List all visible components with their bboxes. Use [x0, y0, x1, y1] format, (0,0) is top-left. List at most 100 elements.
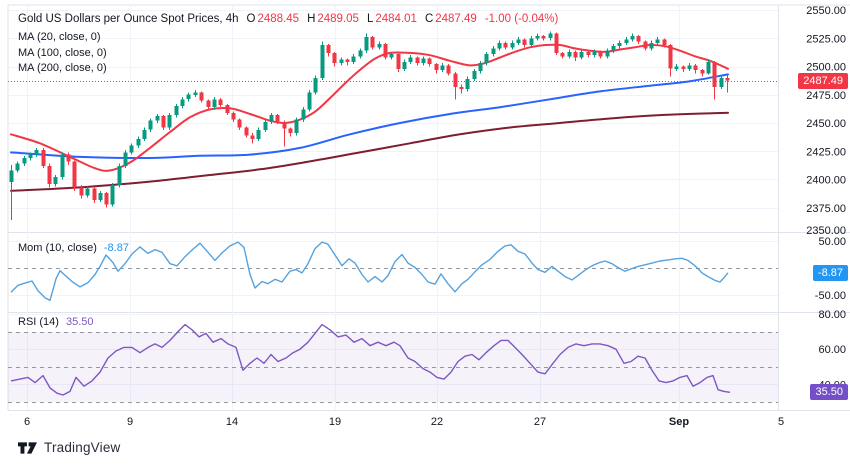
candle-body [98, 193, 103, 200]
time-axis-label: 9 [127, 416, 133, 428]
price-axis-label: 2425.00 [806, 146, 846, 158]
time-axis-label: 5 [778, 416, 784, 428]
candle-body [484, 54, 489, 64]
candle-body [269, 115, 274, 122]
candle-body [92, 188, 97, 200]
candle-body [427, 58, 432, 65]
candle-body [231, 112, 236, 120]
mom-value-badge: -8.87 [812, 265, 848, 281]
candle-body [161, 116, 166, 128]
candle-body [383, 43, 388, 58]
low-value: 2484.01 [375, 13, 417, 25]
ma20-legend[interactable]: MA (20, close, 0) [18, 31, 101, 43]
candle-body [389, 54, 394, 58]
candle-body [256, 129, 261, 139]
candle-body [307, 92, 312, 110]
candle-body [434, 64, 439, 70]
rsi-value-badge: 35.50 [810, 384, 848, 400]
candle-body [34, 150, 39, 155]
rsi-axis-label: 80.00 [818, 309, 846, 321]
price-axis-label: 2525.00 [806, 33, 846, 45]
candle-body [497, 42, 502, 49]
candle-body [22, 158, 27, 164]
candle-body [244, 127, 249, 136]
candle-body [630, 36, 635, 40]
candle-body [503, 42, 508, 48]
candle-body [706, 62, 711, 74]
price-axis-label: 2550.00 [806, 5, 846, 17]
candle-body [294, 119, 299, 134]
chart-canvas[interactable]: 2550.00 2525.00 2500.00 2475.00 2450.00 2425.… [0, 0, 850, 468]
symbol-legend[interactable]: Gold US Dollars per Ounce Spot Prices, 4… [18, 13, 558, 25]
candle-body [617, 42, 622, 47]
candle-body [535, 36, 540, 39]
candle-body [573, 51, 578, 58]
time-axis-label: 27 [534, 416, 546, 428]
candle-body [548, 33, 553, 39]
candle-body [117, 165, 122, 186]
candle-body [136, 138, 141, 146]
rsi-axis-label: 60.00 [818, 344, 846, 356]
candle-body [123, 152, 128, 166]
candle-body [408, 57, 413, 62]
candle-body [60, 154, 65, 178]
ma200-legend[interactable]: MA (200, close, 0) [18, 62, 107, 74]
candle-body [465, 78, 470, 90]
candle-body [313, 77, 318, 93]
candle-body [301, 109, 306, 120]
candle-body [370, 37, 375, 48]
mom-legend[interactable]: Mom (10, close) -8.87 [18, 242, 129, 254]
price-axis-label: 2400.00 [806, 175, 846, 187]
candle-body [421, 58, 426, 64]
candle-body [655, 39, 660, 43]
last-price-badge: 2487.49 [798, 72, 848, 89]
time-axis-label: 14 [226, 416, 238, 428]
time-axis-label: 22 [431, 416, 443, 428]
candle-body [85, 188, 90, 196]
candle-body [186, 94, 191, 100]
candle-body [263, 121, 268, 130]
candle-body [167, 115, 172, 128]
candle-body [358, 50, 363, 57]
ma100-line [10, 73, 729, 160]
close-label: C [424, 13, 434, 25]
candle-body [541, 36, 546, 39]
candle-body [282, 121, 287, 129]
candle-body [180, 99, 185, 107]
candle-body [529, 38, 534, 46]
ma100-legend[interactable]: MA (100, close, 0) [18, 47, 107, 59]
candle-body [148, 120, 153, 130]
candle-body [510, 42, 515, 48]
candle-body [592, 51, 597, 56]
candle-body [332, 52, 337, 64]
candle-body [9, 170, 14, 182]
candle-body [668, 45, 673, 69]
candle-body [110, 185, 115, 205]
candle-body [339, 59, 344, 64]
candle-body [491, 48, 496, 54]
change-value: -1.00 (-0.04%) [484, 13, 559, 25]
candle-body [478, 63, 483, 71]
mom-value: -8.87 [103, 242, 129, 254]
candle-body [693, 65, 698, 70]
tradingview-logo-link[interactable]: TradingView [18, 440, 121, 455]
candle-body [72, 161, 77, 188]
candle-body [567, 51, 572, 57]
candle-body [206, 100, 211, 108]
candle-body [218, 99, 223, 105]
rsi-legend[interactable]: RSI (14) 35.50 [18, 316, 94, 328]
symbol-title: Gold US Dollars per Ounce Spot Prices, 4… [18, 13, 239, 25]
trading-chart-window: 2550.00 2525.00 2500.00 2475.00 2450.00 2425.… [0, 0, 850, 468]
candle-body [15, 163, 20, 171]
high-label: H [307, 13, 316, 25]
candle-body [155, 116, 160, 121]
candle-body [415, 57, 420, 64]
open-value: 2488.45 [257, 13, 300, 25]
ma200-label: MA (200, close, 0) [18, 62, 107, 74]
candle-body [586, 51, 591, 56]
open-label: O [246, 13, 256, 25]
tradingview-icon [18, 441, 37, 455]
low-label: L [366, 13, 374, 25]
candle-body [225, 104, 230, 113]
candle-body [516, 39, 521, 43]
